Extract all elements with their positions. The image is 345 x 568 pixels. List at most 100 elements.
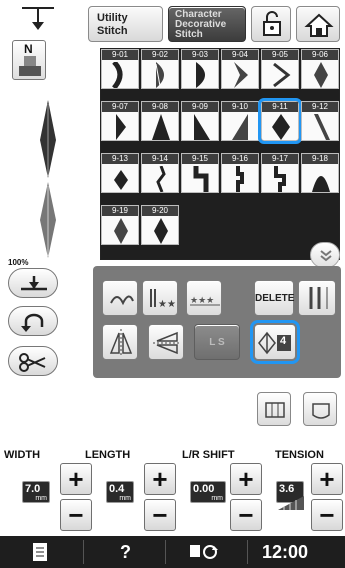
stitch-cell-9-17[interactable]: 9-17 <box>261 153 299 193</box>
stitch-number: 9-09 <box>182 102 218 112</box>
stitch-pattern-icon <box>193 166 209 192</box>
tension-decrease-button[interactable]: − <box>311 499 343 531</box>
stitch-number: 9-05 <box>262 50 298 60</box>
stitch-number: 9-02 <box>142 50 178 60</box>
tension-increase-button[interactable]: + <box>311 463 343 495</box>
character-tab-line3: Stitch <box>175 29 203 40</box>
stitch-number: 9-11 <box>262 102 298 112</box>
tension-value: 3.6 <box>279 483 295 495</box>
satin-stitch-preview-icon <box>40 100 56 258</box>
lr-shift-value: 0.00 <box>193 483 215 495</box>
stitch-cell-9-14[interactable]: 9-14 <box>141 153 179 193</box>
length-decrease-button[interactable]: − <box>144 499 176 531</box>
length-label: LENGTH <box>85 449 131 461</box>
stitch-pattern-icon <box>196 62 205 88</box>
stitch-length-ls-button: L S <box>194 324 240 360</box>
stitch-cell-9-06[interactable]: 9-06 <box>301 49 339 89</box>
stitch-pattern-icon <box>112 62 123 88</box>
delete-button[interactable]: DELETE <box>254 280 294 316</box>
width-unit: mm <box>35 495 47 502</box>
expand-button[interactable] <box>310 242 340 268</box>
thread-cutter-button[interactable] <box>8 346 58 376</box>
density-value: 4 <box>280 335 287 347</box>
stitch-cell-9-09[interactable]: 9-09 <box>181 101 219 141</box>
stitch-cell-9-13[interactable]: 9-13 <box>101 153 139 193</box>
thread-tension-indicator <box>18 4 58 36</box>
svg-text:★★: ★★ <box>158 299 176 310</box>
stitch-pattern-icon <box>194 114 210 140</box>
density-button[interactable]: 4 <box>250 320 300 364</box>
minus-icon: − <box>152 500 168 530</box>
help-label: ? <box>120 542 131 562</box>
single-repeat-button[interactable]: ★★ <box>142 280 178 316</box>
stitch-cell-9-20[interactable]: 9-20 <box>141 205 179 245</box>
stitch-number: 9-15 <box>182 154 218 164</box>
stitch-pattern-icon <box>155 62 164 88</box>
help-button[interactable]: ? <box>84 536 164 568</box>
zoom-level: 100% <box>8 258 29 267</box>
stitch-cell-9-19[interactable]: 9-19 <box>101 205 139 245</box>
utility-stitch-tab[interactable]: Utility Stitch <box>88 6 163 42</box>
width-increase-button[interactable]: + <box>60 463 92 495</box>
stitch-cell-9-02[interactable]: 9-02 <box>141 49 179 89</box>
tension-label: TENSION <box>275 449 324 461</box>
mirror-image-button[interactable] <box>102 324 138 360</box>
plus-icon: + <box>319 464 335 494</box>
stitch-pattern-icon <box>236 166 244 192</box>
home-button[interactable] <box>296 6 340 42</box>
width-decrease-button[interactable]: − <box>60 499 92 531</box>
stitch-number: 9-06 <box>302 50 338 60</box>
memory-button[interactable] <box>257 392 291 426</box>
twin-needle-button[interactable] <box>298 280 336 316</box>
status-separator <box>247 540 248 564</box>
stitch-cell-9-10[interactable]: 9-10 <box>221 101 259 141</box>
stitch-number: 9-04 <box>222 50 258 60</box>
utility-tab-line1: Utility <box>97 12 128 24</box>
stitch-cell-9-16[interactable]: 9-16 <box>221 153 259 193</box>
vertical-mirror-button[interactable] <box>148 324 184 360</box>
reinforcement-button[interactable] <box>8 306 58 336</box>
tension-meter-icon <box>278 496 304 510</box>
clock: 12:00 <box>262 542 309 562</box>
single-star-icon: ★★ <box>150 289 176 310</box>
stitch-cell-9-07[interactable]: 9-07 <box>101 101 139 141</box>
stars-repeat-icon: ★★★ <box>190 296 220 306</box>
stitch-cell-9-08[interactable]: 9-08 <box>141 101 179 141</box>
stitch-cell-9-04[interactable]: 9-04 <box>221 49 259 89</box>
stitch-pattern-icon <box>232 114 248 140</box>
stitch-number: 9-18 <box>302 154 338 164</box>
plus-icon: + <box>68 464 84 494</box>
status-bar: ? 12:00 <box>0 536 345 568</box>
lr-shift-increase-button[interactable]: + <box>230 463 262 495</box>
stitch-number: 9-08 <box>142 102 178 112</box>
length-value-box: 0.4 mm <box>106 481 134 503</box>
stitch-cell-9-03[interactable]: 9-03 <box>181 49 219 89</box>
stitch-pattern-icon <box>156 166 166 192</box>
stitch-cell-9-12[interactable]: 9-12 <box>301 101 339 141</box>
length-increase-button[interactable]: + <box>144 463 176 495</box>
stitch-cell-9-11[interactable]: 9-11 <box>258 98 302 144</box>
stitch-cell-9-18[interactable]: 9-18 <box>301 153 339 193</box>
stitch-pattern-icon <box>274 166 286 192</box>
needle-down-icon <box>21 276 47 291</box>
stitch-number: 9-13 <box>102 154 138 164</box>
memory-icon <box>265 402 285 418</box>
stitch-number: 9-01 <box>102 50 138 60</box>
pocket-button[interactable] <box>303 392 337 426</box>
needle-up-down-button[interactable] <box>8 268 58 298</box>
vertical-mirror-icon <box>153 331 181 355</box>
character-decorative-tab[interactable]: Character Decorative Stitch <box>168 6 246 42</box>
stitch-number: 9-12 <box>302 102 338 112</box>
stitch-cell-9-01[interactable]: 9-01 <box>101 49 139 89</box>
width-label: WIDTH <box>4 449 41 461</box>
ls-label: L S <box>209 337 225 348</box>
mirror-icon <box>109 329 133 357</box>
lock-button[interactable] <box>251 6 291 42</box>
stitch-cell-9-05[interactable]: 9-05 <box>261 49 299 89</box>
delete-label: DELETE <box>255 293 295 304</box>
thread-sewing-button[interactable] <box>102 280 138 316</box>
mirror-repeat-button[interactable]: ★★★ <box>186 280 222 316</box>
lr-shift-decrease-button[interactable]: − <box>230 499 262 531</box>
stitch-cell-9-15[interactable]: 9-15 <box>181 153 219 193</box>
manual-button[interactable] <box>0 536 82 568</box>
